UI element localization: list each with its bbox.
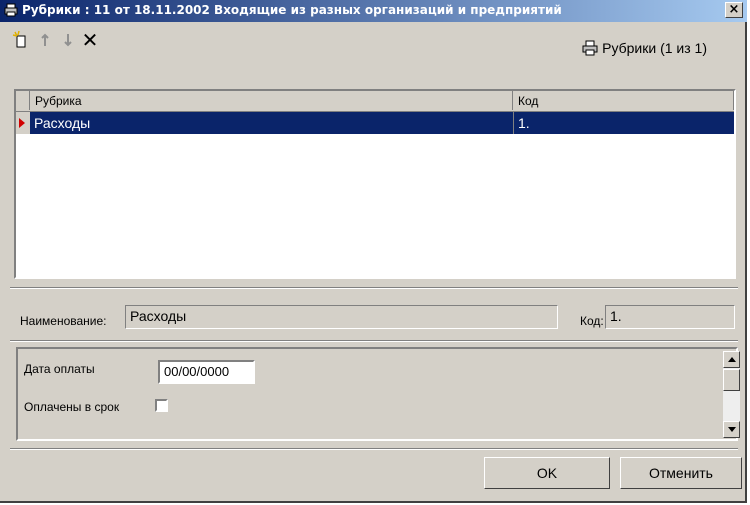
paid-on-time-checkbox[interactable]: [155, 399, 168, 412]
paid-on-time-label: Оплачены в срок: [24, 400, 120, 414]
divider: [10, 448, 738, 450]
current-row-indicator-icon: [16, 112, 30, 134]
table-header: Рубрика Код: [16, 91, 734, 112]
new-record-icon[interactable]: [12, 30, 32, 50]
properties-panel: [16, 347, 738, 441]
scroll-thumb[interactable]: [723, 369, 740, 391]
rubrics-dialog: Рубрики : 11 от 18.11.2002 Входящие из р…: [0, 0, 747, 503]
scroll-up-button[interactable]: [723, 351, 740, 368]
vertical-scrollbar[interactable]: [723, 351, 740, 438]
column-header-code[interactable]: Код: [513, 91, 734, 110]
arrow-up-icon[interactable]: [35, 30, 55, 50]
code-field[interactable]: 1.: [605, 305, 735, 329]
divider: [10, 340, 738, 342]
printer-icon: [582, 40, 598, 56]
column-header-rubric[interactable]: Рубрика: [30, 91, 513, 110]
scroll-down-button[interactable]: [723, 421, 740, 438]
name-label: Наименование:: [20, 314, 107, 328]
pay-date-input[interactable]: 00/00/0000: [158, 360, 255, 384]
cell-code[interactable]: 1.: [513, 112, 734, 134]
title-bar[interactable]: Рубрики : 11 от 18.11.2002 Входящие из р…: [0, 0, 747, 22]
table-row[interactable]: Расходы 1.: [16, 112, 734, 134]
ok-button[interactable]: OK: [484, 457, 610, 489]
cancel-button[interactable]: Отменить: [620, 457, 742, 489]
code-label: Код:: [580, 314, 604, 328]
arrow-down-icon[interactable]: [58, 30, 78, 50]
window-title: Рубрики : 11 от 18.11.2002 Входящие из р…: [22, 3, 562, 17]
arrow-up-icon: [728, 357, 736, 362]
rubric-counter: Рубрики (1 из 1): [582, 40, 707, 56]
divider: [10, 287, 738, 289]
header-indicator-cell: [16, 91, 30, 110]
rubric-counter-text: Рубрики (1 из 1): [602, 40, 707, 56]
arrow-down-icon: [728, 427, 736, 432]
cell-rubric[interactable]: Расходы: [30, 112, 513, 134]
rubrics-table[interactable]: Рубрика Код Расходы 1.: [14, 89, 736, 279]
name-field[interactable]: Расходы: [125, 305, 558, 329]
delete-icon[interactable]: ✕: [80, 30, 100, 50]
close-button[interactable]: ×: [725, 2, 743, 18]
pay-date-label: Дата оплаты: [24, 362, 95, 376]
printer-icon: [4, 3, 18, 17]
